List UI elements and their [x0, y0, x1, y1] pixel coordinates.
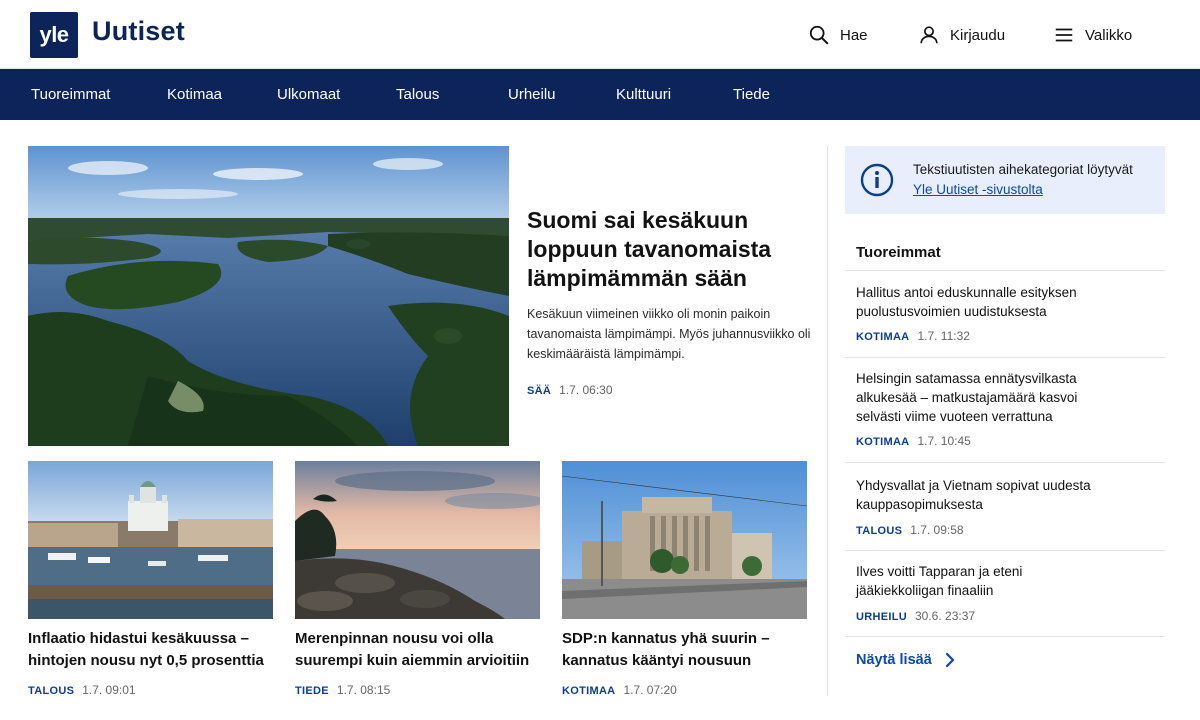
- login-label: Kirjaudu: [950, 26, 1006, 44]
- section-nav: Tuoreimmat Kotimaa Ulkomaat Talous Urhei…: [0, 69, 1200, 120]
- nav-item-talous[interactable]: Talous: [396, 69, 439, 120]
- nav-item-kulttuuri[interactable]: Kulttuuri: [616, 69, 671, 120]
- latest-item-meta: URHEILU 30.6. 23:37: [856, 609, 975, 623]
- latest-item[interactable]: Ilves voitti Tapparan ja eteni jääkiekko…: [845, 550, 1165, 637]
- search-label: Hae: [840, 26, 868, 44]
- latest-item-title[interactable]: Ilves voitti Tapparan ja eteni jääkiekko…: [856, 562, 1106, 600]
- hero-lead: Kesäkuun viimeinen viikko oli monin paik…: [527, 307, 811, 361]
- card-time: 1.7. 08:15: [336, 683, 391, 697]
- latest-item-title[interactable]: Yhdysvallat ja Vietnam sopivat uudesta k…: [856, 476, 1106, 514]
- card-headline[interactable]: Inflaatio hidastui kesäkuussa – hintojen…: [28, 628, 288, 672]
- latest-item-category[interactable]: TALOUS: [856, 525, 902, 537]
- card-time: 1.7. 07:20: [623, 683, 677, 697]
- menu-label: Valikko: [1085, 26, 1133, 44]
- search-button[interactable]: Hae: [808, 22, 868, 48]
- show-more-link[interactable]: Näytä lisää: [856, 652, 956, 668]
- brand-title[interactable]: Uutiset: [92, 16, 185, 47]
- latest-item[interactable]: Yhdysvallat ja Vietnam sopivat uudesta k…: [845, 462, 1165, 550]
- card-meta: TALOUS 1.7. 09:01: [28, 683, 136, 697]
- nav-item-kotimaa[interactable]: Kotimaa: [167, 69, 222, 120]
- helsinki-harbor-image: [28, 461, 273, 619]
- search-icon: [809, 25, 829, 45]
- hero-headline[interactable]: Suomi sai kesäkuun loppuun tavanomaista …: [527, 206, 807, 293]
- hero-image[interactable]: [28, 146, 509, 446]
- card-category[interactable]: KOTIMAA: [562, 685, 615, 697]
- card-image[interactable]: [562, 461, 807, 619]
- chevron-right-icon: [945, 652, 954, 668]
- article-card[interactable]: Inflaatio hidastui kesäkuussa – hintojen…: [28, 461, 273, 697]
- latest-item[interactable]: Helsingin satamassa ennätysvilkasta alku…: [845, 357, 1165, 462]
- info-notice: Tekstiuutisten aihekategoriat löytyvät Y…: [845, 146, 1165, 214]
- card-category[interactable]: TIEDE: [295, 685, 329, 697]
- latest-item-title[interactable]: Hallitus antoi eduskunnalle esityksen pu…: [856, 283, 1106, 321]
- card-headline[interactable]: SDP:n kannatus yhä suurin – kannatus kää…: [562, 628, 822, 672]
- latest-item-category[interactable]: KOTIMAA: [856, 331, 909, 343]
- latest-item-meta: KOTIMAA 1.7. 11:32: [856, 329, 970, 343]
- notice-body: Tekstiuutisten aihekategoriat löytyvät: [913, 162, 1133, 177]
- latest-item-meta: KOTIMAA 1.7. 10:45: [856, 434, 971, 448]
- nav-item-tiede[interactable]: Tiede: [733, 69, 770, 120]
- latest-item-time: 30.6. 23:37: [915, 609, 976, 623]
- latest-item-category[interactable]: KOTIMAA: [856, 436, 909, 448]
- card-headline[interactable]: Merenpinnan nousu voi olla suurempi kuin…: [295, 628, 555, 672]
- card-category[interactable]: TALOUS: [28, 685, 74, 697]
- nav-item-tuoreimmat[interactable]: Tuoreimmat: [31, 69, 110, 120]
- article-card[interactable]: Merenpinnan nousu voi olla suurempi kuin…: [295, 461, 540, 697]
- card-meta: KOTIMAA 1.7. 07:20: [562, 683, 677, 697]
- card-image[interactable]: [295, 461, 540, 619]
- hero-time: 1.7. 06:30: [559, 383, 613, 397]
- lake-forest-image: [28, 146, 509, 446]
- show-more-label: Näytä lisää: [856, 652, 932, 668]
- yle-logo[interactable]: yle: [30, 12, 78, 58]
- hero-category[interactable]: SÄÄ: [527, 385, 551, 397]
- latest-item-title[interactable]: Helsingin satamassa ennätysvilkasta alku…: [856, 369, 1106, 426]
- rocky-shore-image: [295, 461, 540, 619]
- hero-meta: SÄÄ 1.7. 06:30: [527, 383, 613, 397]
- article-card[interactable]: SDP:n kannatus yhä suurin – kannatus kää…: [562, 461, 807, 697]
- latest-item[interactable]: Hallitus antoi eduskunnalle esityksen pu…: [845, 270, 1165, 357]
- menu-button[interactable]: Valikko: [1053, 22, 1132, 48]
- site-header: yle Uutiset Hae Kirjaudu Valikko: [0, 0, 1200, 69]
- latest-item-time: 1.7. 09:58: [910, 523, 964, 537]
- card-image[interactable]: [28, 461, 273, 619]
- notice-link[interactable]: Yle Uutiset -sivustolta: [913, 182, 1043, 197]
- parliament-building-image: [562, 461, 807, 619]
- card-meta: TIEDE 1.7. 08:15: [295, 683, 390, 697]
- latest-item-category[interactable]: URHEILU: [856, 611, 907, 623]
- info-icon: [860, 163, 894, 197]
- nav-item-urheilu[interactable]: Urheilu: [508, 69, 556, 120]
- card-time: 1.7. 09:01: [82, 683, 136, 697]
- notice-text: Tekstiuutisten aihekategoriat löytyvät Y…: [913, 160, 1153, 200]
- user-icon: [920, 26, 938, 44]
- latest-item-time: 1.7. 10:45: [917, 434, 971, 448]
- latest-item-meta: TALOUS 1.7. 09:58: [856, 523, 964, 537]
- nav-item-ulkomaat[interactable]: Ulkomaat: [277, 69, 340, 120]
- column-divider: [827, 146, 828, 696]
- login-button[interactable]: Kirjaudu: [918, 22, 1005, 48]
- hamburger-icon: [1055, 28, 1073, 42]
- latest-item-time: 1.7. 11:32: [917, 329, 970, 343]
- sidebar-heading: Tuoreimmat: [856, 244, 941, 261]
